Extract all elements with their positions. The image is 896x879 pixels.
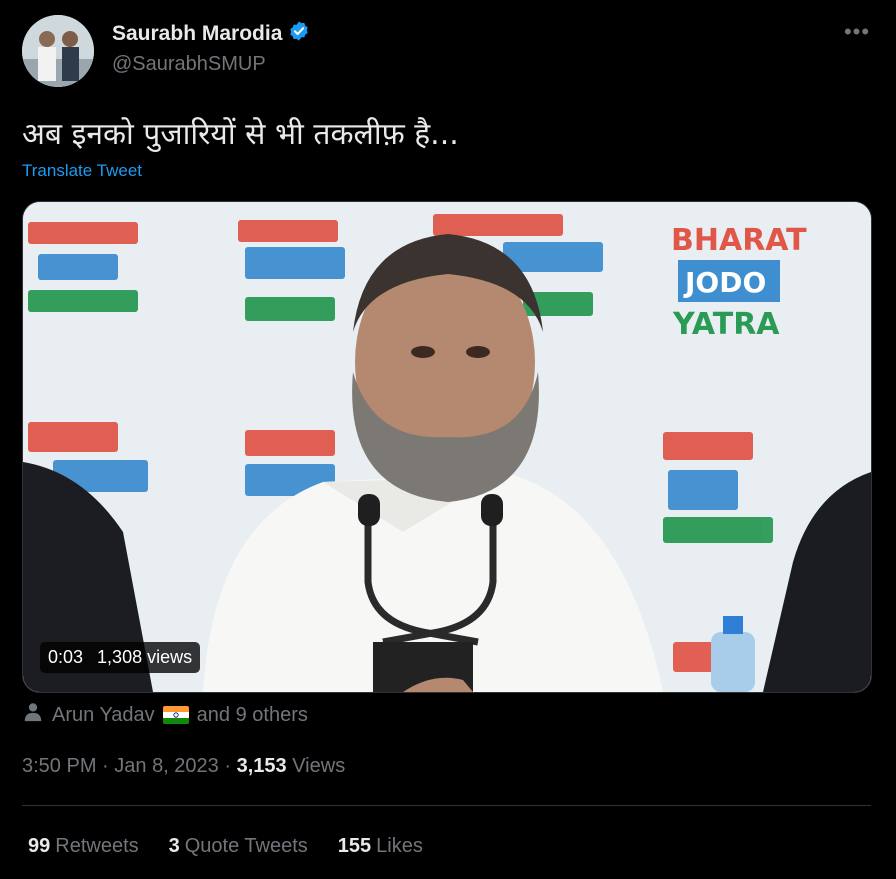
avatar-image [22, 15, 94, 87]
tweet-text: अब इनको पुजारियों से भी तकलीफ़ है... [22, 117, 459, 152]
retweets-count: 99 [28, 835, 51, 857]
tagged-others[interactable]: and 9 others [197, 704, 308, 727]
tweet-video[interactable]: BHARAT JODO YATRA [22, 201, 872, 693]
video-frame: BHARAT JODO YATRA [23, 202, 871, 692]
tweet-views-count: 3,153 [236, 755, 287, 777]
meta-separator: · [218, 755, 237, 777]
tweet-meta: 3:50 PM · Jan 8, 2023 · 3,153 Views [22, 755, 345, 778]
translate-tweet-link[interactable]: Translate Tweet [22, 161, 142, 181]
quote-tweets-label: Quote Tweets [184, 835, 308, 857]
author-handle[interactable]: @SaurabhSMUP [112, 53, 266, 76]
banner-text-yatra: YATRA [672, 307, 780, 342]
author-avatar[interactable] [22, 15, 94, 87]
retweets-stat[interactable]: 99 Retweets [28, 835, 139, 858]
tweet-time[interactable]: 3:50 PM [22, 755, 96, 777]
banner-text-bharat: BHARAT [671, 223, 807, 258]
banner-text-jodo: JODO [683, 266, 766, 299]
video-duration: 0:03 [48, 647, 84, 667]
retweets-label: Retweets [55, 835, 139, 857]
quote-tweets-stat[interactable]: 3 Quote Tweets [169, 835, 308, 858]
tweet-date[interactable]: Jan 8, 2023 [114, 755, 219, 777]
video-views: 1,308 views [97, 647, 193, 667]
tweet-views-label: Views [292, 755, 346, 777]
india-flag-icon [162, 706, 189, 724]
likes-stat[interactable]: 155 Likes [338, 835, 423, 858]
ellipsis-icon: ••• [843, 19, 871, 44]
video-stats-overlay: 0:03 1,308 views [40, 642, 201, 673]
quote-tweets-count: 3 [168, 835, 180, 857]
likes-label: Likes [376, 835, 423, 857]
author-display-name[interactable]: Saurabh Marodia [112, 22, 282, 46]
verified-badge-icon [288, 20, 310, 47]
author-name-row[interactable]: Saurabh Marodia [112, 20, 310, 47]
likes-count: 155 [337, 835, 372, 857]
person-icon [22, 701, 44, 729]
divider [22, 805, 871, 806]
tagged-user-name[interactable]: Arun Yadav [52, 704, 155, 727]
more-options-button[interactable]: ••• [838, 20, 876, 50]
meta-separator: · [96, 755, 115, 777]
tagged-users[interactable]: Arun Yadav and 9 others [22, 701, 308, 729]
tweet-stats: 99 Retweets 3 Quote Tweets 155 Likes [28, 835, 423, 858]
